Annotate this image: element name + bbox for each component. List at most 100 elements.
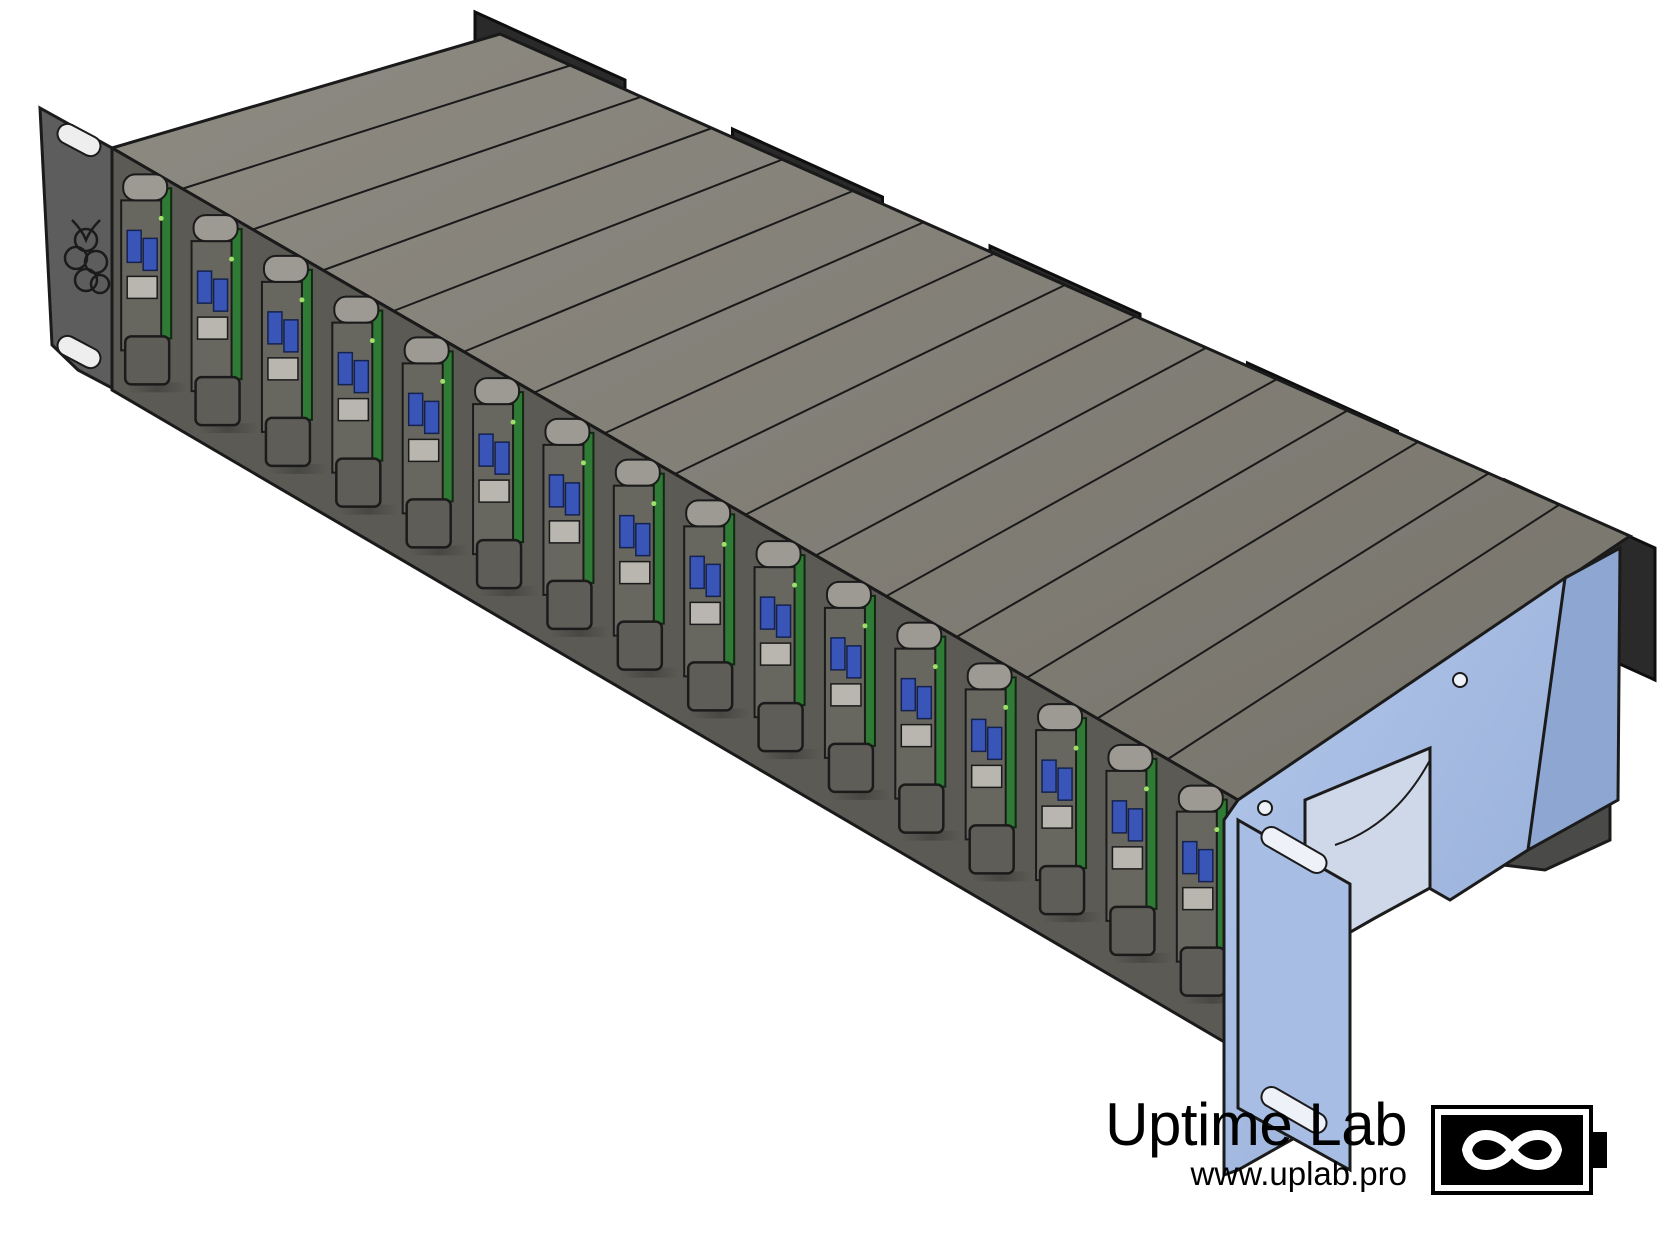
usb-port [407, 392, 424, 427]
status-led [651, 501, 657, 507]
left-rack-ear [38, 105, 114, 391]
infinity-battery-icon [1431, 1105, 1607, 1195]
usb-port [494, 441, 510, 475]
module-handle [335, 457, 382, 508]
module-latch [403, 336, 450, 365]
module-carrier [542, 443, 585, 596]
module-carrier [683, 525, 726, 678]
ethernet-port [619, 560, 651, 585]
usb-port [548, 474, 565, 508]
module-carrier [823, 606, 866, 759]
module-handle [546, 579, 593, 631]
usb-port [196, 270, 213, 304]
module-handle [898, 783, 945, 834]
ethernet-port [267, 357, 299, 381]
usb-port [635, 522, 651, 557]
ethernet-port [1041, 805, 1073, 829]
usb-port [564, 482, 581, 516]
usb-port [916, 685, 933, 720]
module-handle [1179, 946, 1227, 997]
ethernet-port [1182, 886, 1214, 911]
module-handle [757, 701, 804, 753]
usb-port [689, 555, 705, 590]
usb-port [830, 637, 846, 671]
usb-port [1111, 800, 1128, 834]
module-latch [122, 173, 169, 202]
module-latch [1037, 703, 1084, 732]
status-led [1073, 745, 1079, 751]
status-led [299, 297, 305, 303]
status-led [932, 664, 938, 670]
usb-port [759, 596, 776, 630]
ethernet-port [337, 397, 370, 422]
ethernet-port [548, 520, 581, 544]
usb-port [1198, 848, 1214, 883]
usb-port [353, 359, 370, 394]
status-led [440, 378, 446, 384]
ethernet-port [126, 275, 158, 300]
module-carrier [1035, 729, 1078, 882]
usb-port [267, 311, 283, 345]
status-led [1143, 786, 1149, 792]
module-latch [896, 621, 943, 650]
usb-port [970, 718, 987, 753]
module-handle [405, 498, 452, 549]
module-carrier [120, 199, 163, 352]
brand-name: Uptime Lab [1105, 1091, 1407, 1158]
ethernet-port [970, 764, 1003, 789]
ethernet-port [759, 642, 792, 666]
status-led [580, 460, 586, 466]
module-latch [192, 214, 239, 243]
usb-port [619, 514, 635, 549]
usb-port [423, 400, 440, 435]
status-led [862, 623, 868, 629]
module-carrier [753, 566, 796, 719]
status-led [1214, 827, 1220, 833]
module-latch [544, 417, 591, 446]
module-handle [616, 620, 664, 671]
module-latch [1107, 743, 1154, 772]
module-handle [264, 416, 312, 468]
module-latch [1177, 784, 1224, 813]
ethernet-port [1111, 846, 1144, 870]
module-handle [123, 335, 171, 386]
module-latch [825, 580, 872, 609]
ethernet-port [900, 723, 933, 748]
module-handle [1109, 905, 1156, 957]
module-handle [827, 742, 875, 794]
module-carrier [894, 647, 937, 800]
module-latch [474, 377, 521, 406]
ethernet-port [830, 683, 862, 707]
status-led [721, 541, 727, 547]
module-handle [194, 375, 241, 427]
usb-port [1057, 767, 1073, 801]
usb-port [986, 726, 1003, 761]
rack-render [38, 9, 1657, 1178]
ethernet-port [478, 479, 510, 503]
status-led [1003, 704, 1009, 710]
ethernet-port [407, 438, 440, 463]
status-led [369, 338, 375, 344]
brand-wordmark: Uptime Lab www.uplab.pro [1105, 1091, 1407, 1191]
usb-port [337, 351, 354, 386]
ethernet-port [196, 316, 229, 340]
module-carrier [612, 484, 655, 637]
ethernet-port [689, 601, 721, 626]
module-handle [1038, 864, 1086, 916]
usb-port [142, 237, 158, 272]
module-carrier [331, 321, 374, 474]
status-led [792, 582, 798, 588]
module-carrier [401, 362, 444, 515]
brand-url[interactable]: www.uplab.pro [1105, 1157, 1407, 1190]
module-handle [968, 824, 1015, 875]
usb-port [126, 229, 142, 264]
module-carrier [964, 688, 1007, 841]
usb-port [775, 604, 792, 638]
module-carrier [472, 403, 515, 556]
usb-port [1182, 840, 1198, 875]
module-handle [475, 538, 523, 590]
module-carrier [260, 280, 303, 433]
status-led [229, 256, 235, 262]
usb-port [900, 677, 917, 712]
module-latch [614, 458, 661, 487]
